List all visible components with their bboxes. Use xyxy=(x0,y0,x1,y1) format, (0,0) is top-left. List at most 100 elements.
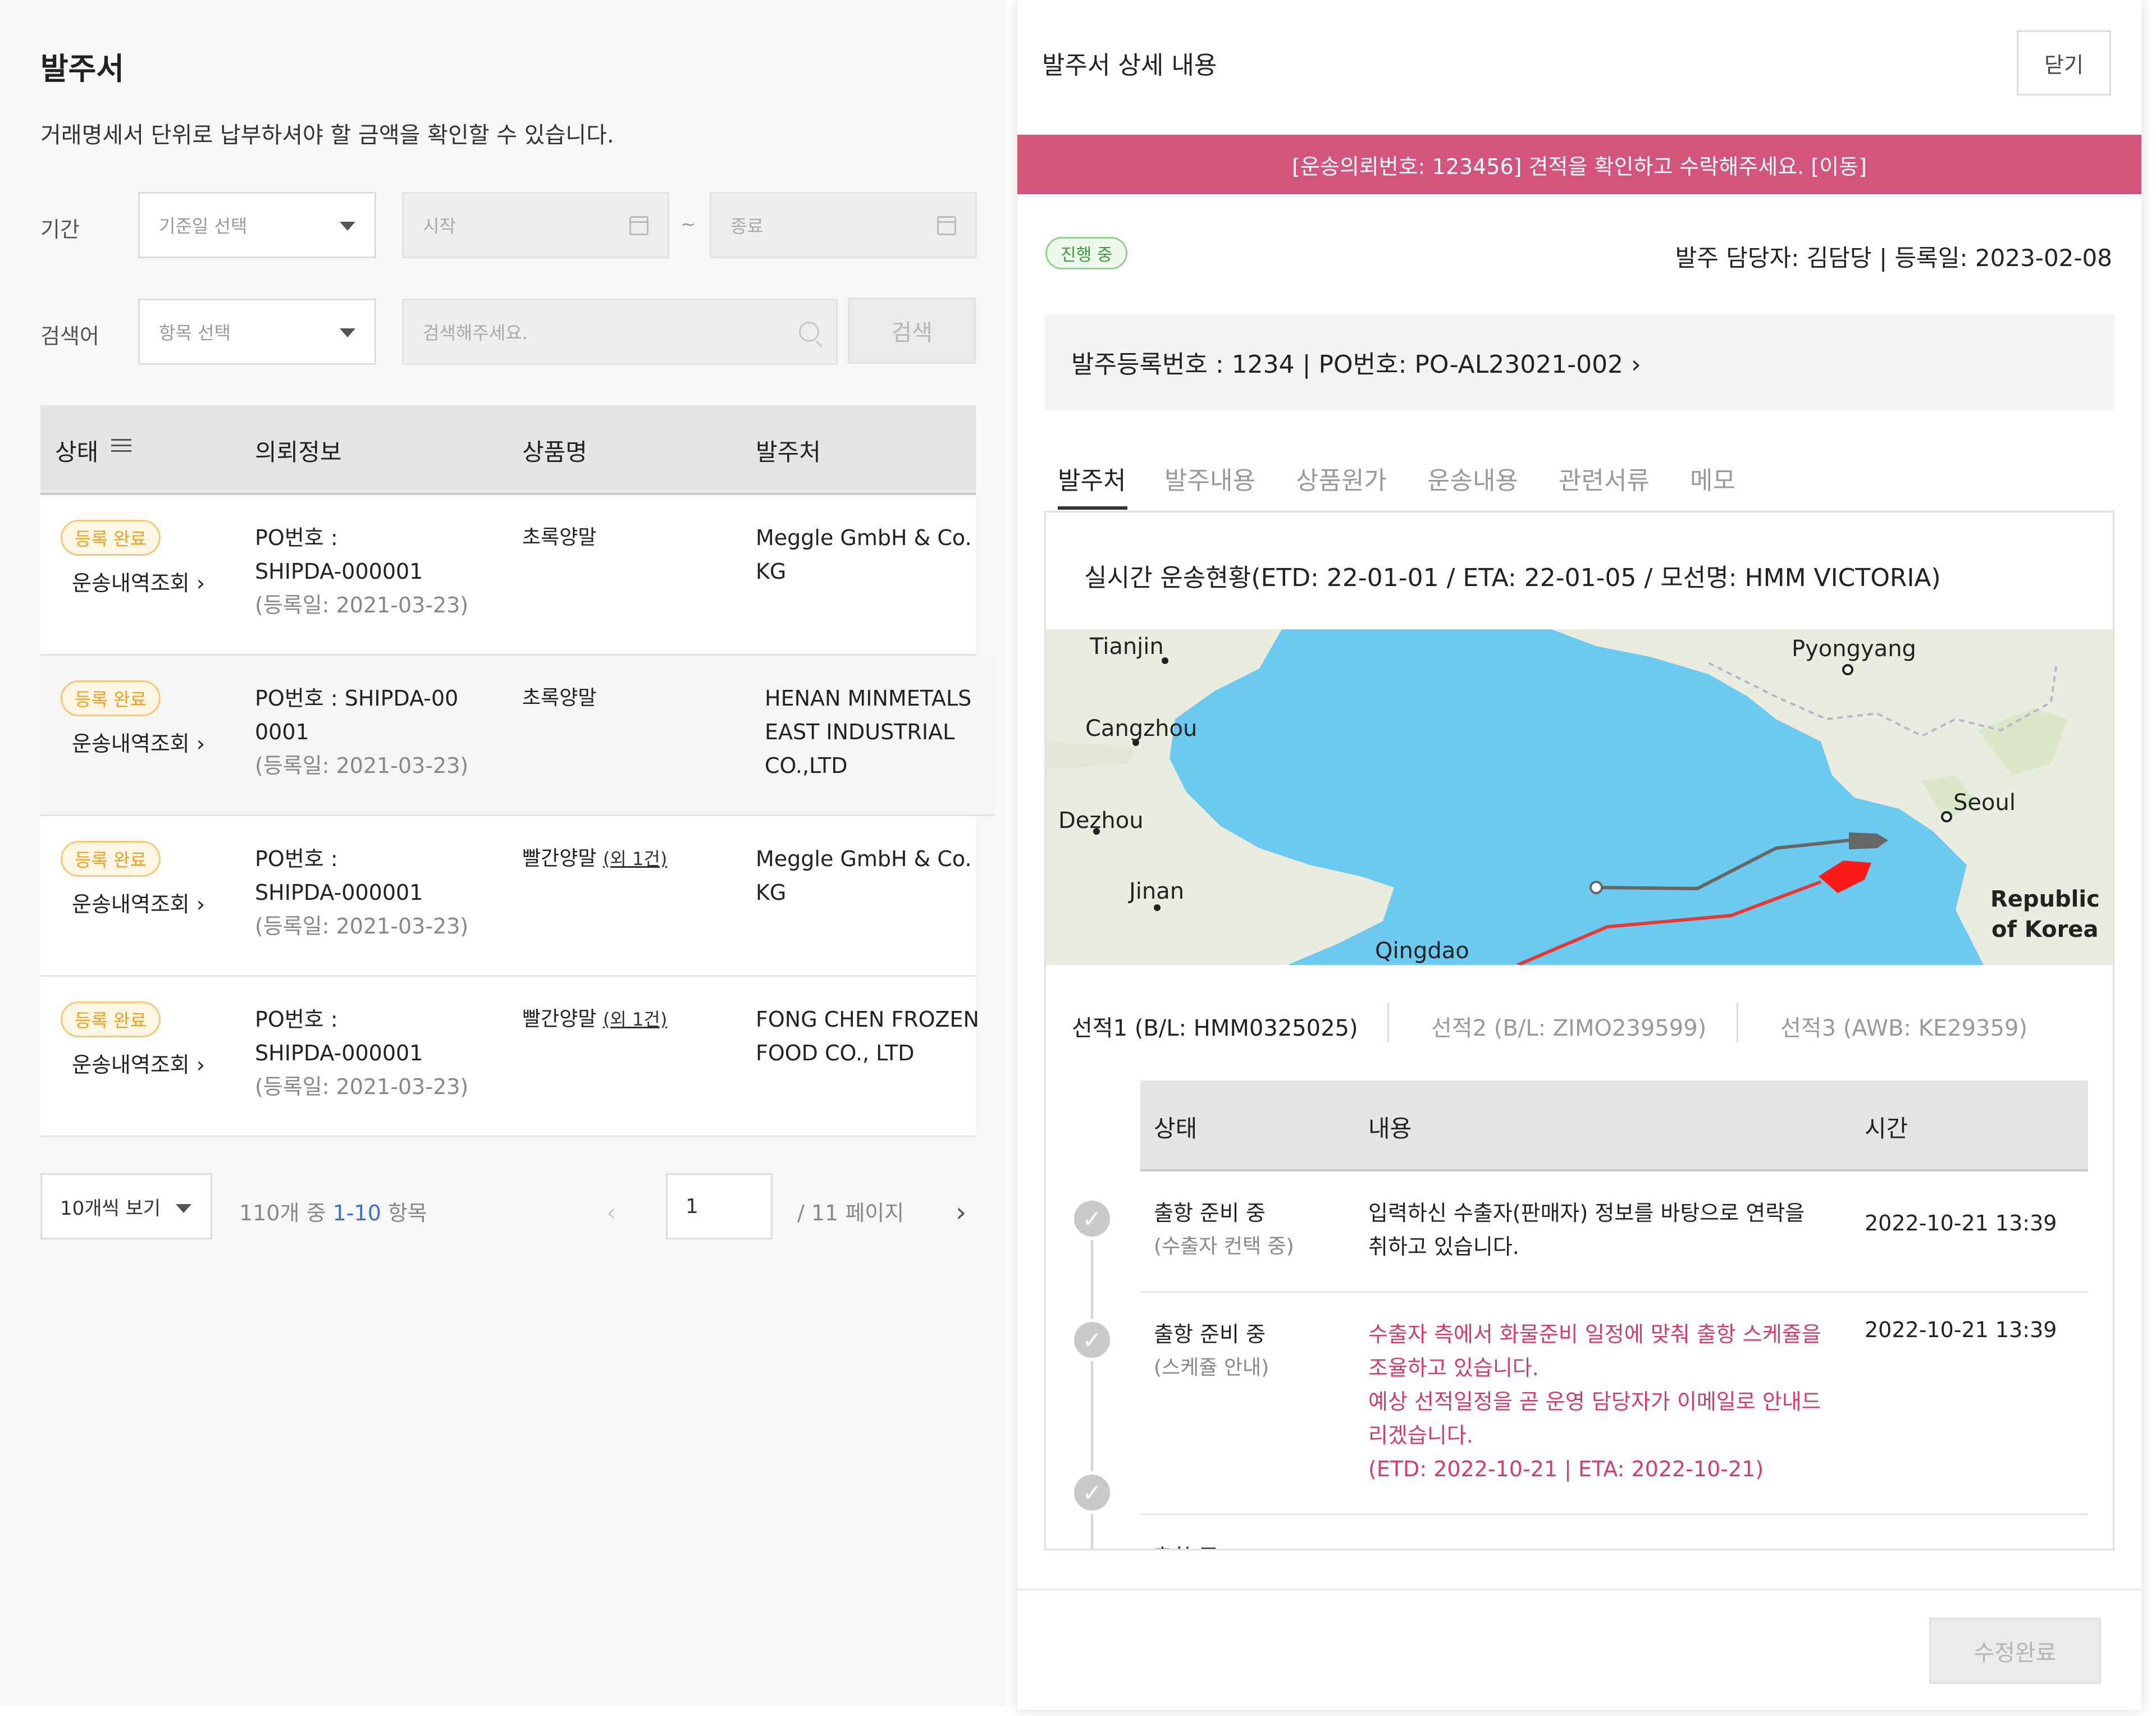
map-label-seoul: Seoul xyxy=(1953,790,2016,816)
start-date-input[interactable]: 시작 xyxy=(402,192,669,258)
page-title: 발주서 xyxy=(40,51,125,86)
search-icon[interactable] xyxy=(799,322,819,342)
tracking-link[interactable]: 운송내역조회 › xyxy=(72,726,205,757)
chevron-right-icon: › xyxy=(196,892,205,917)
timeline-header: 상태 내용 시간 xyxy=(1140,1081,2088,1172)
table-row[interactable]: 등록 완료 운송내역조회 › PO번호 : SHIPDA-00 0001 (등록일:… xyxy=(40,656,995,816)
order-info-box[interactable]: 발주등록번호 : 1234 | PO번호: PO-AL23021-002 › xyxy=(1044,314,2114,410)
sort-icon[interactable] xyxy=(111,436,134,456)
timeline-column-content: 내용 xyxy=(1368,1115,1412,1142)
table-header: 상태 의뢰정보 상품명 발주처 xyxy=(40,405,976,495)
check-icon: ✓ xyxy=(1071,1319,1113,1361)
shipment-tab-1[interactable]: 선적1 (B/L: HMM0325025) xyxy=(1072,1010,1358,1042)
date-type-select[interactable]: 기준일 선택 xyxy=(138,192,376,258)
timeline-content: 입력하신 수출자(판매자) 정보를 바탕으로 연락을 취하고 있습니다. xyxy=(1368,1201,1805,1259)
tab-order-content[interactable]: 발주내용 xyxy=(1164,460,1255,496)
start-date-placeholder: 시작 xyxy=(423,216,456,237)
timeline-row: 출항 준비 중 (스케쥴 안내) 수출자 측에서 화물준비 일정에 맞춰 출항 … xyxy=(1140,1293,2088,1515)
search-field-select[interactable]: 항목 선택 xyxy=(138,299,376,365)
timeline-time: 2022-10-21 13:39 xyxy=(1865,1211,2057,1235)
tab-product-cost[interactable]: 상품원가 xyxy=(1296,460,1387,496)
product-name: 초록양말 xyxy=(522,526,597,549)
table-row[interactable]: 등록 완료 운송내역조회 › PO번호 : SHIPDA-000001 (등록일: … xyxy=(40,977,979,1137)
page-size-select[interactable]: 10개씩 보기 xyxy=(40,1173,212,1239)
map-label-republic: Republic xyxy=(1990,886,2100,912)
detail-title: 발주서 상세 내용 xyxy=(1042,51,1217,80)
request-info: PO번호 : SHIPDA-000001 (등록일: 2021-03-23) xyxy=(255,846,469,939)
caret-down-icon xyxy=(176,1204,191,1213)
tab-vendor[interactable]: 발주처 xyxy=(1058,460,1126,496)
pagination-info: 110개 중 1-10 항목 xyxy=(239,1201,427,1225)
purchase-order-list-panel: 발주서 거래명세서 단위로 납부하셔야 할 금액을 확인할 수 있습니다. 기간… xyxy=(0,0,1006,1706)
shipment-tab-divider xyxy=(1387,1003,1389,1042)
check-icon: ✓ xyxy=(1071,1471,1113,1514)
save-button[interactable]: 수정완료 xyxy=(1929,1618,2101,1684)
map-label-dezhou: Dezhou xyxy=(1058,808,1144,834)
product-name: 빨간양말 (외 1건) xyxy=(522,1008,668,1031)
column-request-info: 의뢰정보 xyxy=(255,438,342,466)
map-label-qingdao: Qingdao xyxy=(1375,938,1469,964)
shipping-map[interactable]: Tianjin Cangzhou Dezhou Jinan Qingdao Py… xyxy=(1046,629,2114,965)
status-badge: 등록 완료 xyxy=(61,520,161,556)
date-type-select-value: 기준일 선택 xyxy=(159,216,248,237)
map-label-tianjin: Tianjin xyxy=(1089,634,1164,660)
tab-documents[interactable]: 관련서류 xyxy=(1559,460,1650,496)
vendor-name: Meggle GmbH & Co. KG xyxy=(756,846,972,905)
column-vendor: 발주처 xyxy=(756,438,821,466)
tracking-link[interactable]: 운송내역조회 › xyxy=(72,566,205,597)
map-label-cangzhou: Cangzhou xyxy=(1085,716,1197,742)
request-info: PO번호 : SHIPDA-000001 (등록일: 2021-03-23) xyxy=(255,525,469,617)
search-input[interactable]: 검색해주세요. xyxy=(402,299,838,365)
footer-divider xyxy=(1017,1589,2141,1590)
request-info: PO번호 : SHIPDA-00 0001 (등록일: 2021-03-23) xyxy=(255,686,469,778)
vendor-name: HENAN MINMETALS EAST INDUSTRIAL CO.,LTD xyxy=(765,686,972,778)
column-product-name: 상품명 xyxy=(522,438,587,466)
active-tab-indicator xyxy=(1058,506,1127,510)
chevron-right-icon: › xyxy=(196,731,205,756)
shipment-tabs: 선적1 (B/L: HMM0325025) 선적2 (B/L: ZIMO2395… xyxy=(1046,1001,2113,1051)
tracking-link[interactable]: 운송내역조회 › xyxy=(72,887,205,918)
product-more-link[interactable]: (외 1건) xyxy=(603,1009,667,1030)
check-icon: ✓ xyxy=(1071,1197,1113,1240)
product-more-link[interactable]: (외 1건) xyxy=(603,848,667,870)
end-date-input[interactable]: 종료 xyxy=(710,192,977,258)
close-button[interactable]: 닫기 xyxy=(2017,30,2111,95)
chevron-left-icon[interactable]: ‹ xyxy=(606,1198,616,1227)
chevron-right-icon[interactable]: › xyxy=(956,1197,966,1228)
calendar-icon xyxy=(629,216,648,235)
detail-tabs: 발주처 발주내용 상품원가 운송내용 관련서류 메모 xyxy=(1044,460,2114,511)
page-size-value: 10개씩 보기 xyxy=(60,1197,161,1220)
status-badge: 진행 중 xyxy=(1045,237,1128,269)
tab-shipping[interactable]: 운송내용 xyxy=(1427,460,1518,496)
map-label-pyongyang: Pyongyang xyxy=(1792,636,1916,662)
search-button[interactable]: 검색 xyxy=(848,298,976,364)
table-row[interactable]: 등록 완료 운송내역조회 › PO번호 : SHIPDA-000001 (등록일: … xyxy=(40,495,976,656)
request-info: PO번호 : SHIPDA-000001 (등록일: 2021-03-23) xyxy=(255,1007,469,1099)
realtime-title: 실시간 운송현황(ETD: 22-01-01 / ETA: 22-01-05 /… xyxy=(1084,564,1941,592)
shipping-status-card: 실시간 운송현황(ETD: 22-01-01 / ETA: 22-01-05 /… xyxy=(1044,511,2114,1550)
table-row[interactable]: 등록 완료 운송내역조회 › PO번호 : SHIPDA-000001 (등록일: … xyxy=(40,816,976,977)
chevron-right-icon: › xyxy=(196,1053,205,1077)
status-badge: 등록 완료 xyxy=(61,841,161,877)
search-input-placeholder: 검색해주세요. xyxy=(423,322,528,344)
quote-notice-banner[interactable]: [운송의뢰번호: 123456] 견적을 확인하고 수락해주세요. [이동] xyxy=(1017,135,2141,194)
caret-down-icon xyxy=(340,328,355,337)
vendor-name: FONG CHEN FROZEN FOOD CO., LTD xyxy=(756,1007,979,1065)
column-status[interactable]: 상태 xyxy=(55,433,98,468)
tracking-link[interactable]: 운송내역조회 › xyxy=(72,1047,205,1078)
timeline-status-partial: 출항 준 xyxy=(1153,1540,1218,1549)
shipment-tab-2[interactable]: 선적2 (B/L: ZIMO239599) xyxy=(1431,1010,1706,1042)
shipment-tab-3[interactable]: 선적3 (AWB: KE29359) xyxy=(1780,1010,2027,1042)
timeline-time: 2022-10-21 13:39 xyxy=(1865,1317,2057,1342)
timeline-row: 출항 준비 중 (수출자 컨택 중) 입력하신 수출자(판매자) 정보를 바탕으… xyxy=(1140,1172,2088,1293)
order-meta: 발주 담당자: 김담당 | 등록일: 2023-02-08 xyxy=(1675,244,2112,272)
end-date-placeholder: 종료 xyxy=(730,216,764,237)
product-name: 빨간양말 (외 1건) xyxy=(522,847,668,870)
product-name: 초록양말 xyxy=(522,687,597,710)
tab-memo[interactable]: 메모 xyxy=(1690,460,1735,496)
page-number-input[interactable]: 1 xyxy=(666,1173,773,1239)
total-pages: / 11 페이지 xyxy=(797,1201,905,1225)
status-badge: 등록 완료 xyxy=(61,680,161,716)
search-field-select-value: 항목 선택 xyxy=(159,322,231,344)
map-label-jinan: Jinan xyxy=(1127,878,1184,904)
